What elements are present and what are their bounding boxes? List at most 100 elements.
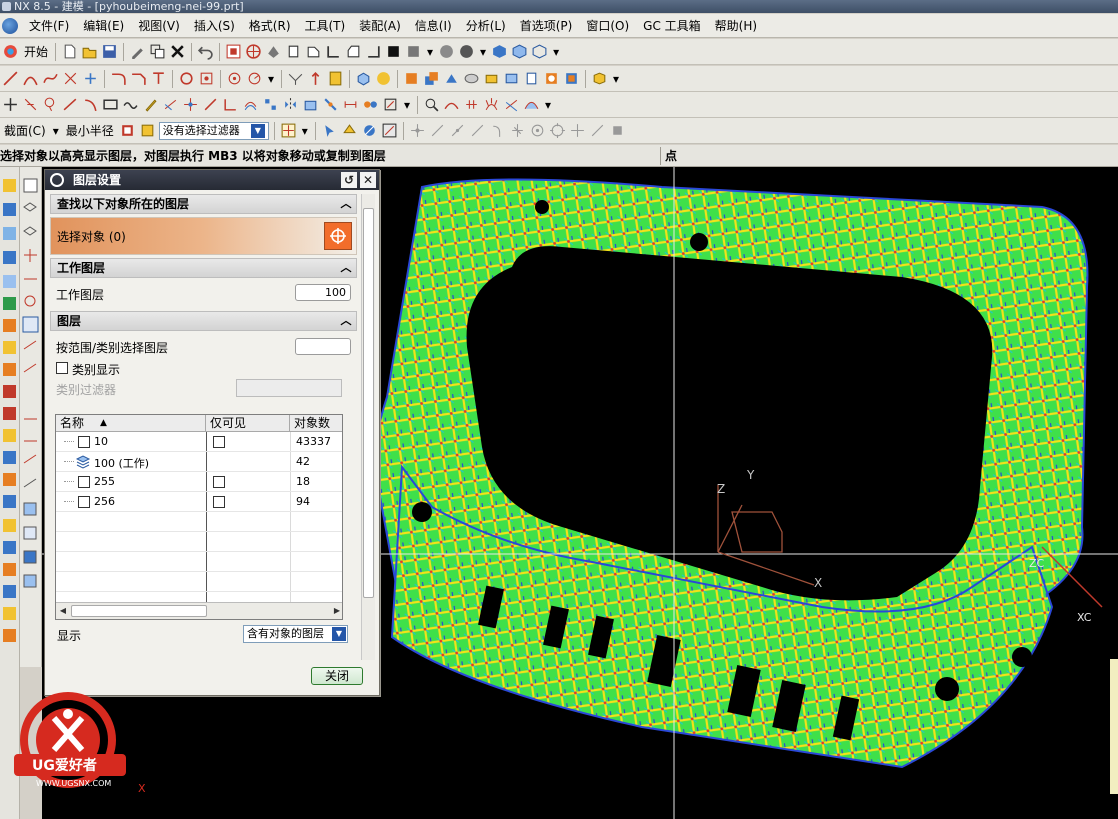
- extrude-icon[interactable]: [355, 70, 372, 87]
- deviation-icon[interactable]: [503, 96, 520, 113]
- lasso-icon[interactable]: [42, 96, 59, 113]
- menu-information[interactable]: 信息(I): [408, 14, 459, 38]
- background-icon[interactable]: [405, 43, 422, 60]
- extend-icon[interactable]: [202, 96, 219, 113]
- snap-existing-icon[interactable]: [569, 122, 586, 139]
- copy-icon[interactable]: [149, 43, 166, 60]
- column-header-name[interactable]: 名称 ▲: [56, 415, 206, 432]
- view-front-icon[interactable]: [285, 43, 302, 60]
- wcs-display-icon[interactable]: [225, 43, 242, 60]
- point-icon[interactable]: [62, 70, 79, 87]
- feature-select-icon[interactable]: [341, 122, 358, 139]
- snap-quadrant-icon[interactable]: [549, 122, 566, 139]
- table-horizontal-scrollbar[interactable]: ◀ ▶: [56, 602, 342, 619]
- datum-axis-icon[interactable]: [307, 70, 324, 87]
- display-dropdown-icon[interactable]: ▼: [332, 627, 346, 641]
- select-object-row[interactable]: 选择对象 (0): [50, 217, 357, 255]
- derived-line-icon[interactable]: [162, 96, 179, 113]
- view-dropdown-icon[interactable]: ▾: [551, 45, 561, 59]
- snap-on-curve-icon[interactable]: [589, 122, 606, 139]
- collapse-chevron-icon[interactable]: ︿: [338, 313, 354, 329]
- table-row[interactable]: 256 94: [56, 492, 342, 512]
- snap-point-icon[interactable]: [280, 122, 297, 139]
- polygon-icon[interactable]: [226, 70, 243, 87]
- dimension-icon[interactable]: [342, 96, 359, 113]
- crosshair-icon[interactable]: [2, 96, 19, 113]
- section-curve-button[interactable]: 截面(C): [2, 122, 48, 139]
- assembly-icon[interactable]: [591, 70, 608, 87]
- feature-dropdown-icon[interactable]: ▾: [611, 72, 621, 86]
- block-icon[interactable]: [483, 70, 500, 87]
- spline-icon[interactable]: [122, 96, 139, 113]
- min-radius-button[interactable]: 最小半径: [64, 122, 116, 139]
- offset-icon[interactable]: [242, 96, 259, 113]
- circle-icon[interactable]: [178, 70, 195, 87]
- hole-icon[interactable]: [543, 70, 560, 87]
- view-right-icon[interactable]: [325, 43, 342, 60]
- chamfer-icon[interactable]: [130, 70, 147, 87]
- scroll-thumb[interactable]: [71, 605, 207, 617]
- sketch-dropdown-icon[interactable]: ▾: [402, 98, 412, 112]
- menu-tools[interactable]: 工具(T): [298, 14, 353, 38]
- table-row[interactable]: 255 18: [56, 472, 342, 492]
- sketch-book-icon[interactable]: [327, 70, 344, 87]
- close-button[interactable]: 关闭: [311, 667, 363, 685]
- sketch-arc-icon[interactable]: [82, 96, 99, 113]
- project-icon[interactable]: [302, 96, 319, 113]
- point-cloud-icon[interactable]: [22, 96, 39, 113]
- close-icon[interactable]: ✕: [360, 172, 376, 188]
- blend-icon[interactable]: [443, 70, 460, 87]
- inspect-icon[interactable]: [423, 96, 440, 113]
- category-filter-select[interactable]: [236, 379, 342, 397]
- open-folder-icon[interactable]: [81, 43, 98, 60]
- save-icon[interactable]: [101, 43, 118, 60]
- surface-analysis-icon[interactable]: [523, 96, 540, 113]
- studio-icon[interactable]: [458, 43, 475, 60]
- trim-icon[interactable]: [182, 96, 199, 113]
- dialog-vertical-scrollbar[interactable]: [361, 194, 375, 660]
- layers-section-header[interactable]: 图层 ︿: [50, 311, 357, 331]
- line-icon[interactable]: [2, 70, 19, 87]
- box-view-icon[interactable]: [491, 43, 508, 60]
- face-select-icon[interactable]: [381, 122, 398, 139]
- mirror-icon[interactable]: [282, 96, 299, 113]
- scroll-left-icon[interactable]: ◀: [57, 605, 69, 617]
- min-radius-icon[interactable]: [119, 122, 136, 139]
- edit-object-icon[interactable]: [129, 43, 146, 60]
- collapse-chevron-icon[interactable]: ︿: [338, 260, 354, 276]
- comb-icon[interactable]: [483, 96, 500, 113]
- menu-gc-toolbox[interactable]: GC 工具箱: [636, 14, 708, 38]
- visible-only-checkbox[interactable]: [213, 436, 225, 448]
- geometric-constraint-icon[interactable]: [382, 96, 399, 113]
- constraint-icon[interactable]: [322, 96, 339, 113]
- snap-arc-center-icon[interactable]: [489, 122, 506, 139]
- snap-intersect-icon[interactable]: [469, 122, 486, 139]
- boolean-icon[interactable]: [423, 70, 440, 87]
- view-top-icon[interactable]: [305, 43, 322, 60]
- profile-line-icon[interactable]: [62, 96, 79, 113]
- arc-icon[interactable]: [22, 70, 39, 87]
- scroll-right-icon[interactable]: ▶: [331, 605, 342, 617]
- pencil-icon[interactable]: [142, 96, 159, 113]
- view-back-icon[interactable]: [365, 43, 382, 60]
- display-sheet-icon[interactable]: [139, 122, 156, 139]
- collapse-chevron-icon[interactable]: ︿: [338, 196, 354, 212]
- menu-window[interactable]: 窗口(O): [579, 14, 636, 38]
- render-style-icon[interactable]: [438, 43, 455, 60]
- column-header-visible-only[interactable]: 仅可见: [206, 415, 290, 432]
- select-object-button[interactable]: [324, 222, 352, 250]
- display-select[interactable]: 含有对象的图层 ▼: [243, 625, 348, 643]
- cylinder-icon[interactable]: [503, 70, 520, 87]
- cone-icon[interactable]: [523, 70, 540, 87]
- snap-dropdown-icon[interactable]: ▾: [300, 124, 310, 138]
- undo-icon[interactable]: [197, 43, 214, 60]
- visible-only-checkbox[interactable]: [213, 496, 225, 508]
- curve-analysis-icon[interactable]: [443, 96, 460, 113]
- cube-view-icon[interactable]: [511, 43, 528, 60]
- body-select-icon[interactable]: [361, 122, 378, 139]
- point-set-icon[interactable]: [82, 70, 99, 87]
- type-filter-select[interactable]: 没有选择过滤器 ▼: [158, 121, 269, 140]
- curve-dropdown-icon[interactable]: ▾: [266, 72, 276, 86]
- snap-mid-icon[interactable]: [429, 122, 446, 139]
- select-by-range-input[interactable]: [295, 338, 351, 355]
